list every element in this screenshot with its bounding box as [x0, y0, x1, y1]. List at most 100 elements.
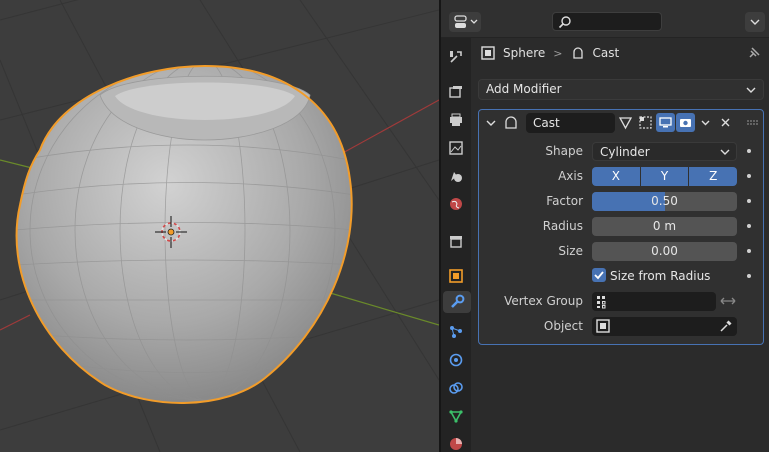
eyedropper-icon[interactable] — [719, 319, 733, 333]
keyframe-dot-icon[interactable] — [747, 274, 751, 278]
breadcrumb: Sphere > Cast — [471, 38, 769, 68]
axis-x-toggle[interactable]: X — [592, 167, 640, 186]
invert-arrows-icon[interactable] — [719, 293, 737, 309]
tab-world[interactable] — [445, 193, 467, 215]
object-icon — [596, 319, 610, 333]
tab-collection[interactable] — [445, 230, 467, 252]
modifier-name-field[interactable]: Cast — [526, 113, 615, 133]
tab-material[interactable] — [445, 433, 467, 452]
scene-icon — [451, 172, 462, 182]
shape-label: Shape — [545, 144, 583, 158]
tab-constraints[interactable] — [445, 377, 467, 399]
size-row: Size 0.00 — [479, 241, 763, 261]
drag-handle[interactable] — [743, 113, 762, 132]
axis-row: Axis X Y Z — [479, 166, 763, 186]
edit-mode-toggle[interactable] — [616, 113, 635, 132]
tab-view-layer[interactable] — [445, 137, 467, 159]
factor-label: Factor — [546, 194, 583, 208]
object-field[interactable] — [592, 317, 737, 336]
tab-modifiers[interactable] — [443, 291, 471, 313]
size-from-radius-checkbox[interactable] — [592, 268, 606, 282]
pin-icon[interactable] — [747, 46, 761, 60]
object-label: Object — [543, 319, 583, 333]
tab-object[interactable] — [445, 265, 467, 287]
vertex-group-label: Vertex Group — [504, 294, 583, 308]
physics-icon — [449, 353, 463, 367]
keyframe-dot-icon[interactable] — [747, 224, 751, 228]
x-axis-line-right — [329, 99, 439, 161]
y-axis-line-right — [319, 289, 439, 326]
3d-viewport[interactable] — [0, 0, 439, 452]
shape-value: Cylinder — [600, 145, 650, 159]
breadcrumb-modifier: Cast — [592, 46, 620, 60]
checkmark-icon — [594, 271, 604, 280]
tab-tool[interactable] — [445, 46, 467, 68]
cast-icon — [572, 47, 583, 59]
shape-dropdown[interactable]: Cylinder — [592, 142, 737, 161]
properties-header — [441, 0, 769, 38]
axis-label: Axis — [558, 169, 583, 183]
close-icon — [721, 118, 730, 127]
viewport-display-toggle[interactable] — [656, 113, 675, 132]
material-icon — [450, 438, 462, 450]
factor-row: Factor 0.50 — [479, 191, 763, 211]
keyframe-dot-icon[interactable] — [747, 249, 751, 253]
axis-y-toggle[interactable]: Y — [640, 167, 689, 186]
radius-label: Radius — [542, 219, 583, 233]
properties-tabs — [441, 38, 471, 452]
object-icon — [449, 269, 463, 283]
search-input[interactable] — [552, 12, 662, 31]
collapse-chevron-icon[interactable] — [483, 115, 499, 131]
vertex-group-row: Vertex Group — [479, 291, 763, 311]
size-field[interactable]: 0.00 — [592, 242, 737, 261]
shape-row: Shape Cylinder — [479, 141, 763, 161]
sphere-object[interactable] — [15, 60, 380, 404]
cage-toggle[interactable] — [636, 113, 655, 132]
vertex-group-field[interactable] — [592, 292, 716, 311]
tool-icon — [450, 51, 462, 63]
tab-physics[interactable] — [445, 349, 467, 371]
factor-value: 0.50 — [651, 194, 678, 208]
factor-slider[interactable]: 0.50 — [592, 192, 737, 211]
render-toggle[interactable] — [676, 113, 695, 132]
options-dropdown[interactable] — [745, 12, 765, 32]
x-axis-line — [0, 314, 31, 331]
tab-render[interactable] — [445, 81, 467, 103]
properties-content: Sphere > Cast Add Modifier Cast Shape Cy… — [471, 38, 769, 452]
search-icon — [558, 16, 571, 29]
keyframe-dot-icon[interactable] — [747, 174, 751, 178]
size-from-radius-label: Size from Radius — [610, 269, 711, 283]
printer-icon — [450, 113, 462, 126]
editor-type-button[interactable] — [449, 12, 481, 32]
keyframe-dot-icon[interactable] — [747, 199, 751, 203]
monitor-icon — [659, 117, 672, 128]
chevron-down-icon — [720, 149, 730, 155]
chevron-down-icon — [746, 87, 756, 93]
properties-editor: Sphere > Cast Add Modifier Cast Shape Cy… — [441, 0, 769, 452]
tab-output[interactable] — [445, 109, 467, 131]
object-row: Object — [479, 316, 763, 336]
add-modifier-dropdown[interactable]: Add Modifier — [478, 79, 764, 100]
collection-icon — [450, 236, 462, 248]
axis-toggle-group: X Y Z — [592, 167, 738, 186]
viewport-canvas[interactable] — [0, 0, 439, 452]
keyframe-dot-icon[interactable] — [747, 149, 751, 153]
edit-mode-icon — [618, 117, 633, 130]
particles-icon — [450, 326, 462, 338]
remove-modifier-button[interactable] — [716, 113, 735, 132]
chevron-down-icon — [701, 120, 710, 126]
radius-field[interactable]: 0 m — [592, 217, 737, 236]
object-icon — [481, 46, 495, 60]
axis-z-toggle[interactable]: Z — [689, 167, 738, 186]
wrench-icon — [451, 294, 465, 308]
render-icon — [449, 86, 462, 98]
size-label: Size — [558, 244, 583, 258]
tab-particles[interactable] — [445, 321, 467, 343]
breadcrumb-object: Sphere — [503, 46, 546, 60]
breadcrumb-separator-icon: > — [553, 46, 563, 60]
tab-scene[interactable] — [445, 165, 467, 187]
modifier-menu-dropdown[interactable] — [696, 113, 715, 132]
tab-data[interactable] — [445, 405, 467, 427]
add-modifier-label: Add Modifier — [486, 82, 562, 96]
grip-icon — [747, 120, 758, 125]
